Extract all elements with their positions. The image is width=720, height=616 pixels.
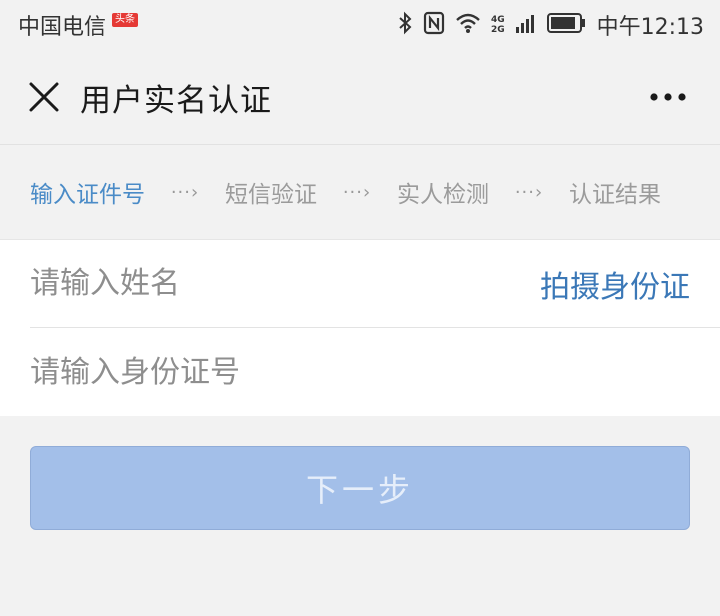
status-left: 中国电信 头条 <box>18 9 139 41</box>
network-type: 4G 2G <box>491 15 505 35</box>
id-row <box>30 328 720 416</box>
id-number-input[interactable] <box>30 342 720 402</box>
next-step-button[interactable]: 下一步 <box>30 446 690 530</box>
name-input[interactable] <box>30 253 540 314</box>
network-2g: 2G <box>490 25 505 35</box>
news-badge: 头条 <box>112 13 139 27</box>
status-right: 4G 2G 中午12:13 <box>397 9 704 41</box>
close-icon <box>29 82 59 112</box>
status-bar: 中国电信 头条 4G 2G 中午12:13 <box>0 0 720 50</box>
network-4g: 4G <box>490 15 505 25</box>
bluetooth-icon <box>397 11 413 39</box>
step-face-check: 实人检测 <box>397 182 489 208</box>
scan-id-card-link[interactable]: 拍摄身份证 <box>540 262 690 306</box>
form-card: 拍摄身份证 <box>0 240 720 416</box>
clock-time: 中午12:13 <box>596 15 704 40</box>
page-title: 用户实名认证 <box>80 82 272 119</box>
step-separator: ···› <box>514 181 544 203</box>
close-button[interactable] <box>12 65 76 129</box>
step-result: 认证结果 <box>569 182 661 208</box>
name-row: 拍摄身份证 <box>30 240 720 328</box>
more-icon <box>650 93 686 101</box>
step-id-number: 输入证件号 <box>30 182 145 208</box>
title-bar: 用户实名认证 <box>0 50 720 145</box>
step-separator: ···› <box>170 181 200 203</box>
more-button[interactable] <box>638 70 698 124</box>
step-sms-verify: 短信验证 <box>225 182 317 208</box>
signal-icon <box>515 12 537 38</box>
wifi-icon <box>455 12 481 38</box>
nfc-icon <box>423 11 445 39</box>
steps-bar: 输入证件号 ···› 短信验证 ···› 实人检测 ···› 认证结果 <box>0 145 720 240</box>
battery-icon <box>546 12 587 38</box>
step-separator: ···› <box>342 181 372 203</box>
carrier-name: 中国电信 <box>18 15 107 40</box>
